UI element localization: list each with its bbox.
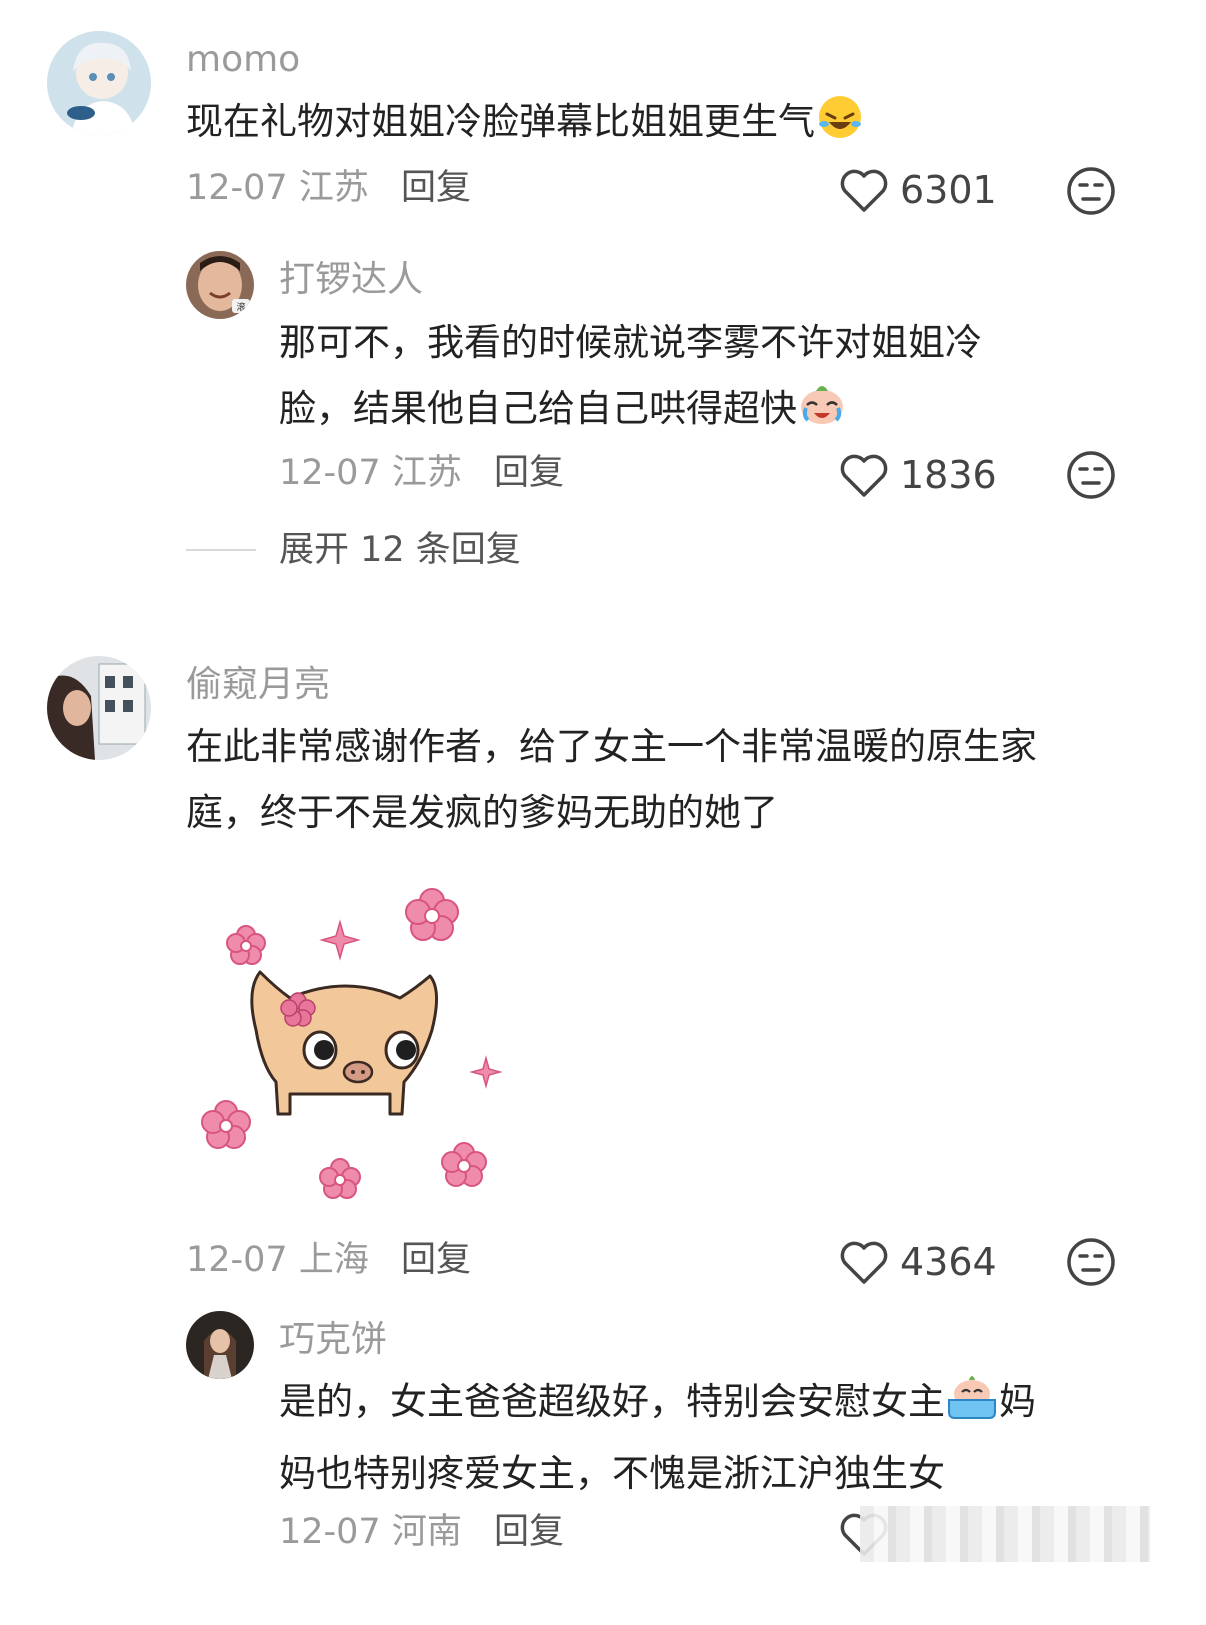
avatar[interactable] [47,31,151,135]
expand-replies-button[interactable]: 展开 12 条回复 [279,528,521,572]
reply-date: 12-07 [279,1512,381,1552]
reply-username[interactable]: 巧克饼 [279,1318,387,1362]
comment-location: 上海 [298,1240,369,1280]
like-button[interactable]: 1836 [838,451,997,499]
reply-username[interactable]: 打锣达人 [279,258,423,302]
dislike-face-icon[interactable] [1066,1237,1116,1287]
dislike-face-icon[interactable] [1066,166,1116,216]
avatar-badge-text: 滚 [236,301,245,313]
reply-button[interactable]: 回复 [401,166,471,210]
comment-meta: 12-07 上海 [186,1238,369,1282]
reply-button[interactable]: 回复 [401,1238,471,1282]
heart-icon [838,166,890,214]
reply-button[interactable]: 回复 [494,1510,564,1554]
comment-text: 现在礼物对姐姐冷脸弹幕比姐姐更生气 [186,89,1086,161]
reply-button[interactable]: 回复 [494,451,564,495]
like-count: 4364 [900,1240,997,1284]
like-button[interactable]: 6301 [838,166,997,214]
chihuahua-icon [250,970,438,1116]
comment-date: 12-07 [186,1240,288,1280]
comment-date: 12-07 [186,168,288,208]
comment-text-body: 现在礼物对姐姐冷脸弹幕比姐姐更生气 [186,100,815,143]
comment-username[interactable]: momo [186,38,300,82]
heart-icon [838,451,890,499]
comment-text-line: 庭，终于不是发疯的爹妈无助的她了 [186,791,778,834]
comment-meta: 12-07 江苏 [186,166,369,210]
avatar[interactable] [47,656,151,760]
reply-text-line-2: 脸，结果他自己给自己哄得超快 [279,376,1099,448]
heart-icon [838,1238,890,1286]
reply-text-line: 是的，女主爸爸超级好，特别会安慰女主 妈 [279,1369,1159,1441]
comment-text: 在此非常感谢作者，给了女主一个非常温暖的原生家 庭，终于不是发疯的爹妈无助的她了 [186,714,1146,846]
reply-text-line-end: 妈 [999,1380,1036,1423]
like-count: 6301 [900,168,997,212]
avatar[interactable]: 滚 [186,251,254,319]
reply-meta: 12-07 江苏 [279,451,462,495]
reply-text-line: 那可不，我看的时候就说李雾不许对姐姐冷 [279,321,982,364]
comment-location: 江苏 [298,168,369,208]
reply-text: 是的，女主爸爸超级好，特别会安慰女主 妈 妈也特别疼爱女主，不愧是浙江沪独生女 [279,1369,1159,1507]
rofl-emoji-icon [815,92,865,161]
like-count: 1836 [900,453,997,497]
reply-date: 12-07 [279,453,381,493]
like-button[interactable]: 4364 [838,1238,997,1286]
reply-meta: 12-07 河南 [279,1510,462,1554]
avatar[interactable] [186,1311,254,1379]
expand-divider [186,549,256,551]
reply-location: 江苏 [391,453,462,493]
comment-username[interactable]: 偷窥月亮 [186,663,330,707]
sticker-image[interactable] [186,870,516,1210]
reply-text-line: 妈也特别疼爱女主，不愧是浙江沪独生女 [279,1452,945,1495]
dislike-face-icon[interactable] [1066,450,1116,500]
reply-text-line-body: 是的，女主爸爸超级好，特别会安慰女主 [279,1380,945,1423]
crying-emoji-icon [797,377,847,448]
reply-text: 那可不，我看的时候就说李雾不许对姐姐冷 脸，结果他自己给自己哄得超快 [279,310,1099,448]
watermark-mosaic [860,1506,1150,1562]
reply-location: 河南 [391,1512,462,1552]
reply-text-line-body: 脸，结果他自己给自己哄得超快 [279,387,797,430]
crying-sink-emoji-icon [945,1370,999,1441]
comment-text-line: 在此非常感谢作者，给了女主一个非常温暖的原生家 [186,725,1037,768]
